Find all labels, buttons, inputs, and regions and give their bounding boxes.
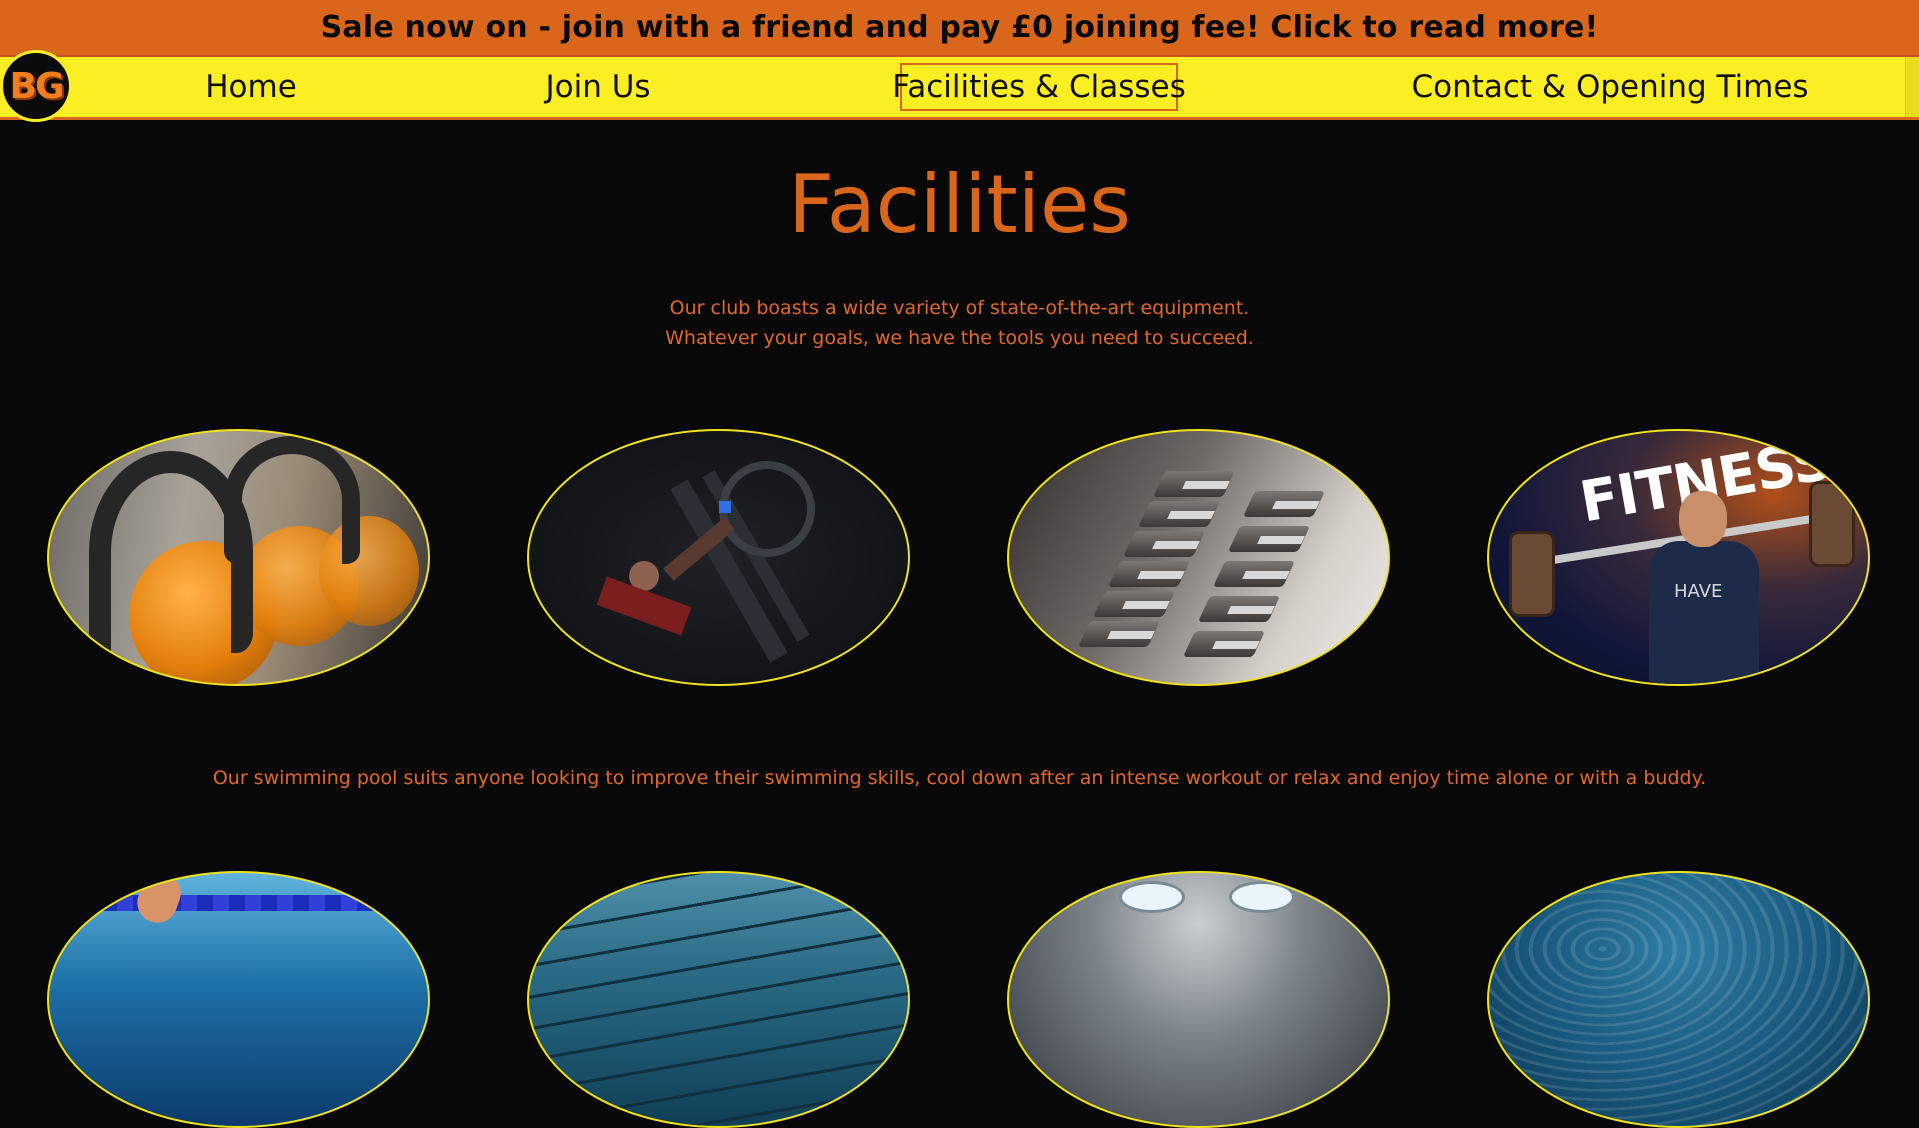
nav-item-contact-opening-times[interactable]: Contact & Opening Times <box>1411 63 1808 111</box>
shirt-text: HAVE <box>1674 581 1723 602</box>
sale-banner[interactable]: Sale now on - join with a friend and pay… <box>0 0 1919 57</box>
intro-line-1: Our club boasts a wide variety of state-… <box>669 297 1250 319</box>
page-title: Facilities <box>788 158 1131 251</box>
indoor-pool-ceiling-photo <box>1007 871 1390 1128</box>
pool-water-photo <box>1487 871 1870 1128</box>
facilities-intro: Our club boasts a wide variety of state-… <box>0 293 1919 353</box>
swimmer-photo <box>47 871 430 1128</box>
nav-edge <box>1905 57 1919 117</box>
kettlebells-photo <box>47 429 430 686</box>
nav-item-home[interactable]: Home <box>205 63 297 111</box>
pool-lanes-photo <box>527 871 910 1128</box>
dumbbells-photo <box>1007 429 1390 686</box>
main-nav: Home Join Us Facilities & Classes Contac… <box>0 57 1919 120</box>
nav-item-facilities-classes[interactable]: Facilities & Classes <box>892 63 1186 111</box>
nav-item-join-us[interactable]: Join Us <box>545 63 650 111</box>
intro-line-2: Whatever your goals, we have the tools y… <box>665 327 1254 349</box>
leg-press-photo <box>527 429 910 686</box>
fitness-barbell-photo: FITNESS HAVE <box>1487 429 1870 686</box>
site-logo[interactable]: BG <box>0 50 72 122</box>
logo-text: BG <box>9 65 65 107</box>
pool-description: Our swimming pool suits anyone looking t… <box>212 767 1707 789</box>
